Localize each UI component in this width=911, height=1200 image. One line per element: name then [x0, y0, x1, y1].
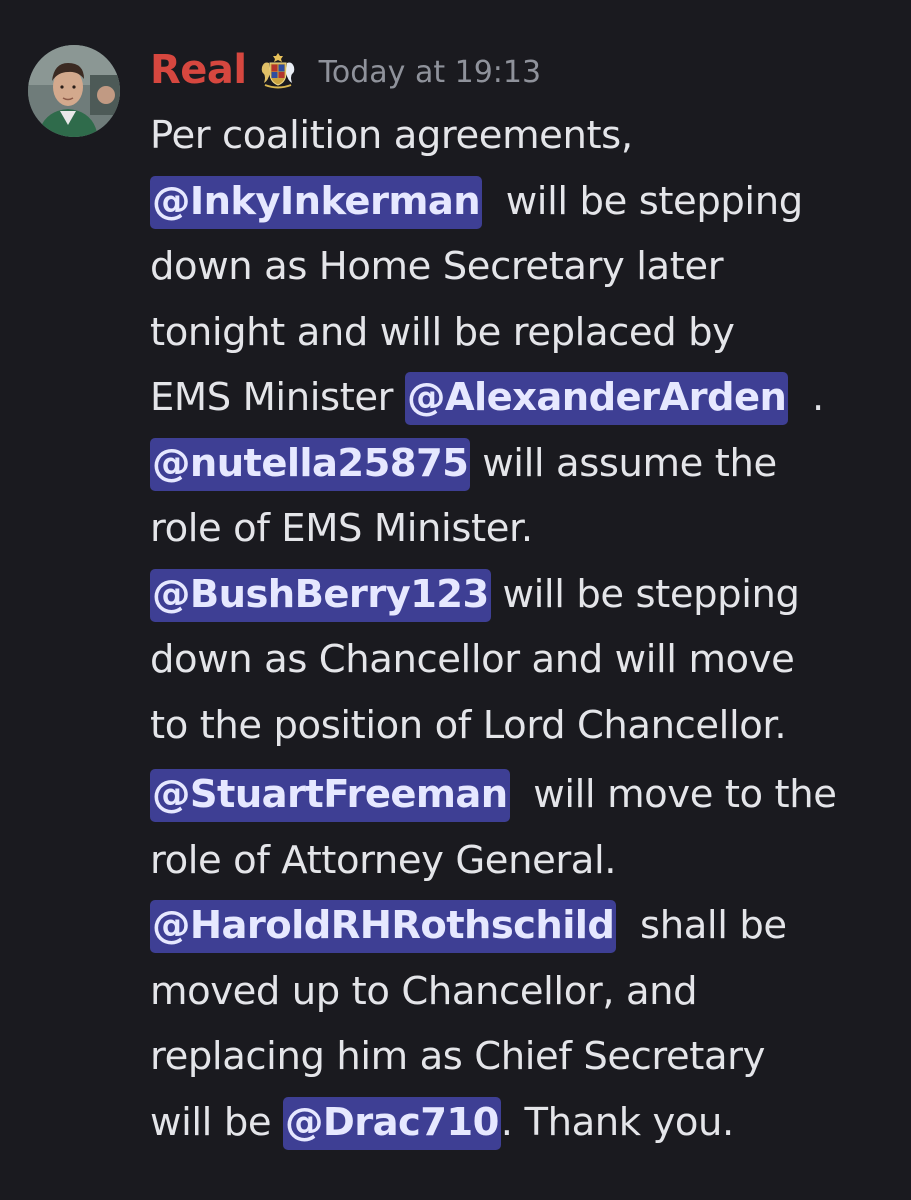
message-line: @InkyInkerman will be stepping [150, 169, 890, 235]
mention-nutella25875[interactable]: @nutella25875 [150, 437, 471, 491]
message-text: down as Chancellor and will move [150, 637, 795, 682]
mention-inkyinkerman[interactable]: @InkyInkerman [150, 175, 483, 229]
message-text: replacing him as Chief Secretary [150, 1034, 765, 1079]
message-line: @BushBerry123 will be stepping [150, 562, 890, 628]
mention-bushberry123[interactable]: @BushBerry123 [150, 568, 491, 622]
message-line: moved up to Chancellor, and [150, 959, 890, 1025]
message-text: will be stepping [490, 571, 800, 617]
message-text: to the position of Lord Chancellor. [150, 702, 787, 748]
username[interactable]: Real [150, 47, 247, 93]
message-line: tonight and will be replaced by [150, 300, 890, 366]
message-line: role of Attorney General. [150, 828, 890, 894]
message-line: @HaroldRHRothschild shall be [150, 893, 890, 959]
message-line: will be @Drac710. Thank you. [150, 1090, 890, 1156]
message-line: down as Chancellor and will move [150, 627, 890, 693]
avatar-image [28, 45, 120, 137]
message-line: down as Home Secretary later [150, 234, 890, 300]
message-text: role of EMS Minister. [150, 506, 533, 551]
royal-coat-of-arms-icon[interactable] [257, 49, 299, 91]
message-text: shall be [616, 903, 787, 948]
message-content: Per coalition agreements, @InkyInkerman … [150, 103, 890, 1155]
message-line: @StuartFreeman will move to the [150, 762, 890, 828]
message-text: will move to the [509, 772, 837, 817]
user-avatar[interactable] [28, 45, 120, 137]
message-header: Real Today at 19:13 [150, 40, 541, 100]
message-text: will assume the [470, 440, 777, 486]
message-line: role of EMS Minister. [150, 496, 890, 562]
message-text: . [788, 375, 824, 420]
message-timestamp[interactable]: Today at 19:13 [319, 55, 541, 90]
message-text: down as Home Secretary later [150, 244, 724, 289]
message-text: moved up to Chancellor, and [150, 968, 698, 1014]
message-text: will be stepping [482, 178, 803, 224]
message-text: tonight and will be replaced by [150, 309, 735, 355]
message-line: EMS Minister @AlexanderArden . [150, 365, 890, 431]
mention-drac710[interactable]: @Drac710 [282, 1096, 501, 1150]
message-line: replacing him as Chief Secretary [150, 1024, 890, 1090]
message-line: to the position of Lord Chancellor. [150, 693, 890, 759]
message-text: role of Attorney General. [150, 837, 617, 883]
mention-stuartfreeman[interactable]: @StuartFreeman [150, 769, 510, 822]
message-text: will be [150, 1099, 283, 1145]
message-line: @nutella25875 will assume the [150, 431, 890, 497]
chat-message: Real Today at 19:13 Per coalition agreem… [0, 0, 911, 1200]
message-line: Per coalition agreements, [150, 103, 890, 169]
message-text: . Thank you. [500, 1099, 735, 1145]
message-text: EMS Minister [150, 375, 405, 420]
message-text: Per coalition agreements, [150, 113, 633, 158]
mention-haroldrhrothschild[interactable]: @HaroldRHRothschild [150, 900, 617, 953]
mention-alexanderarden[interactable]: @AlexanderArden [404, 372, 789, 425]
